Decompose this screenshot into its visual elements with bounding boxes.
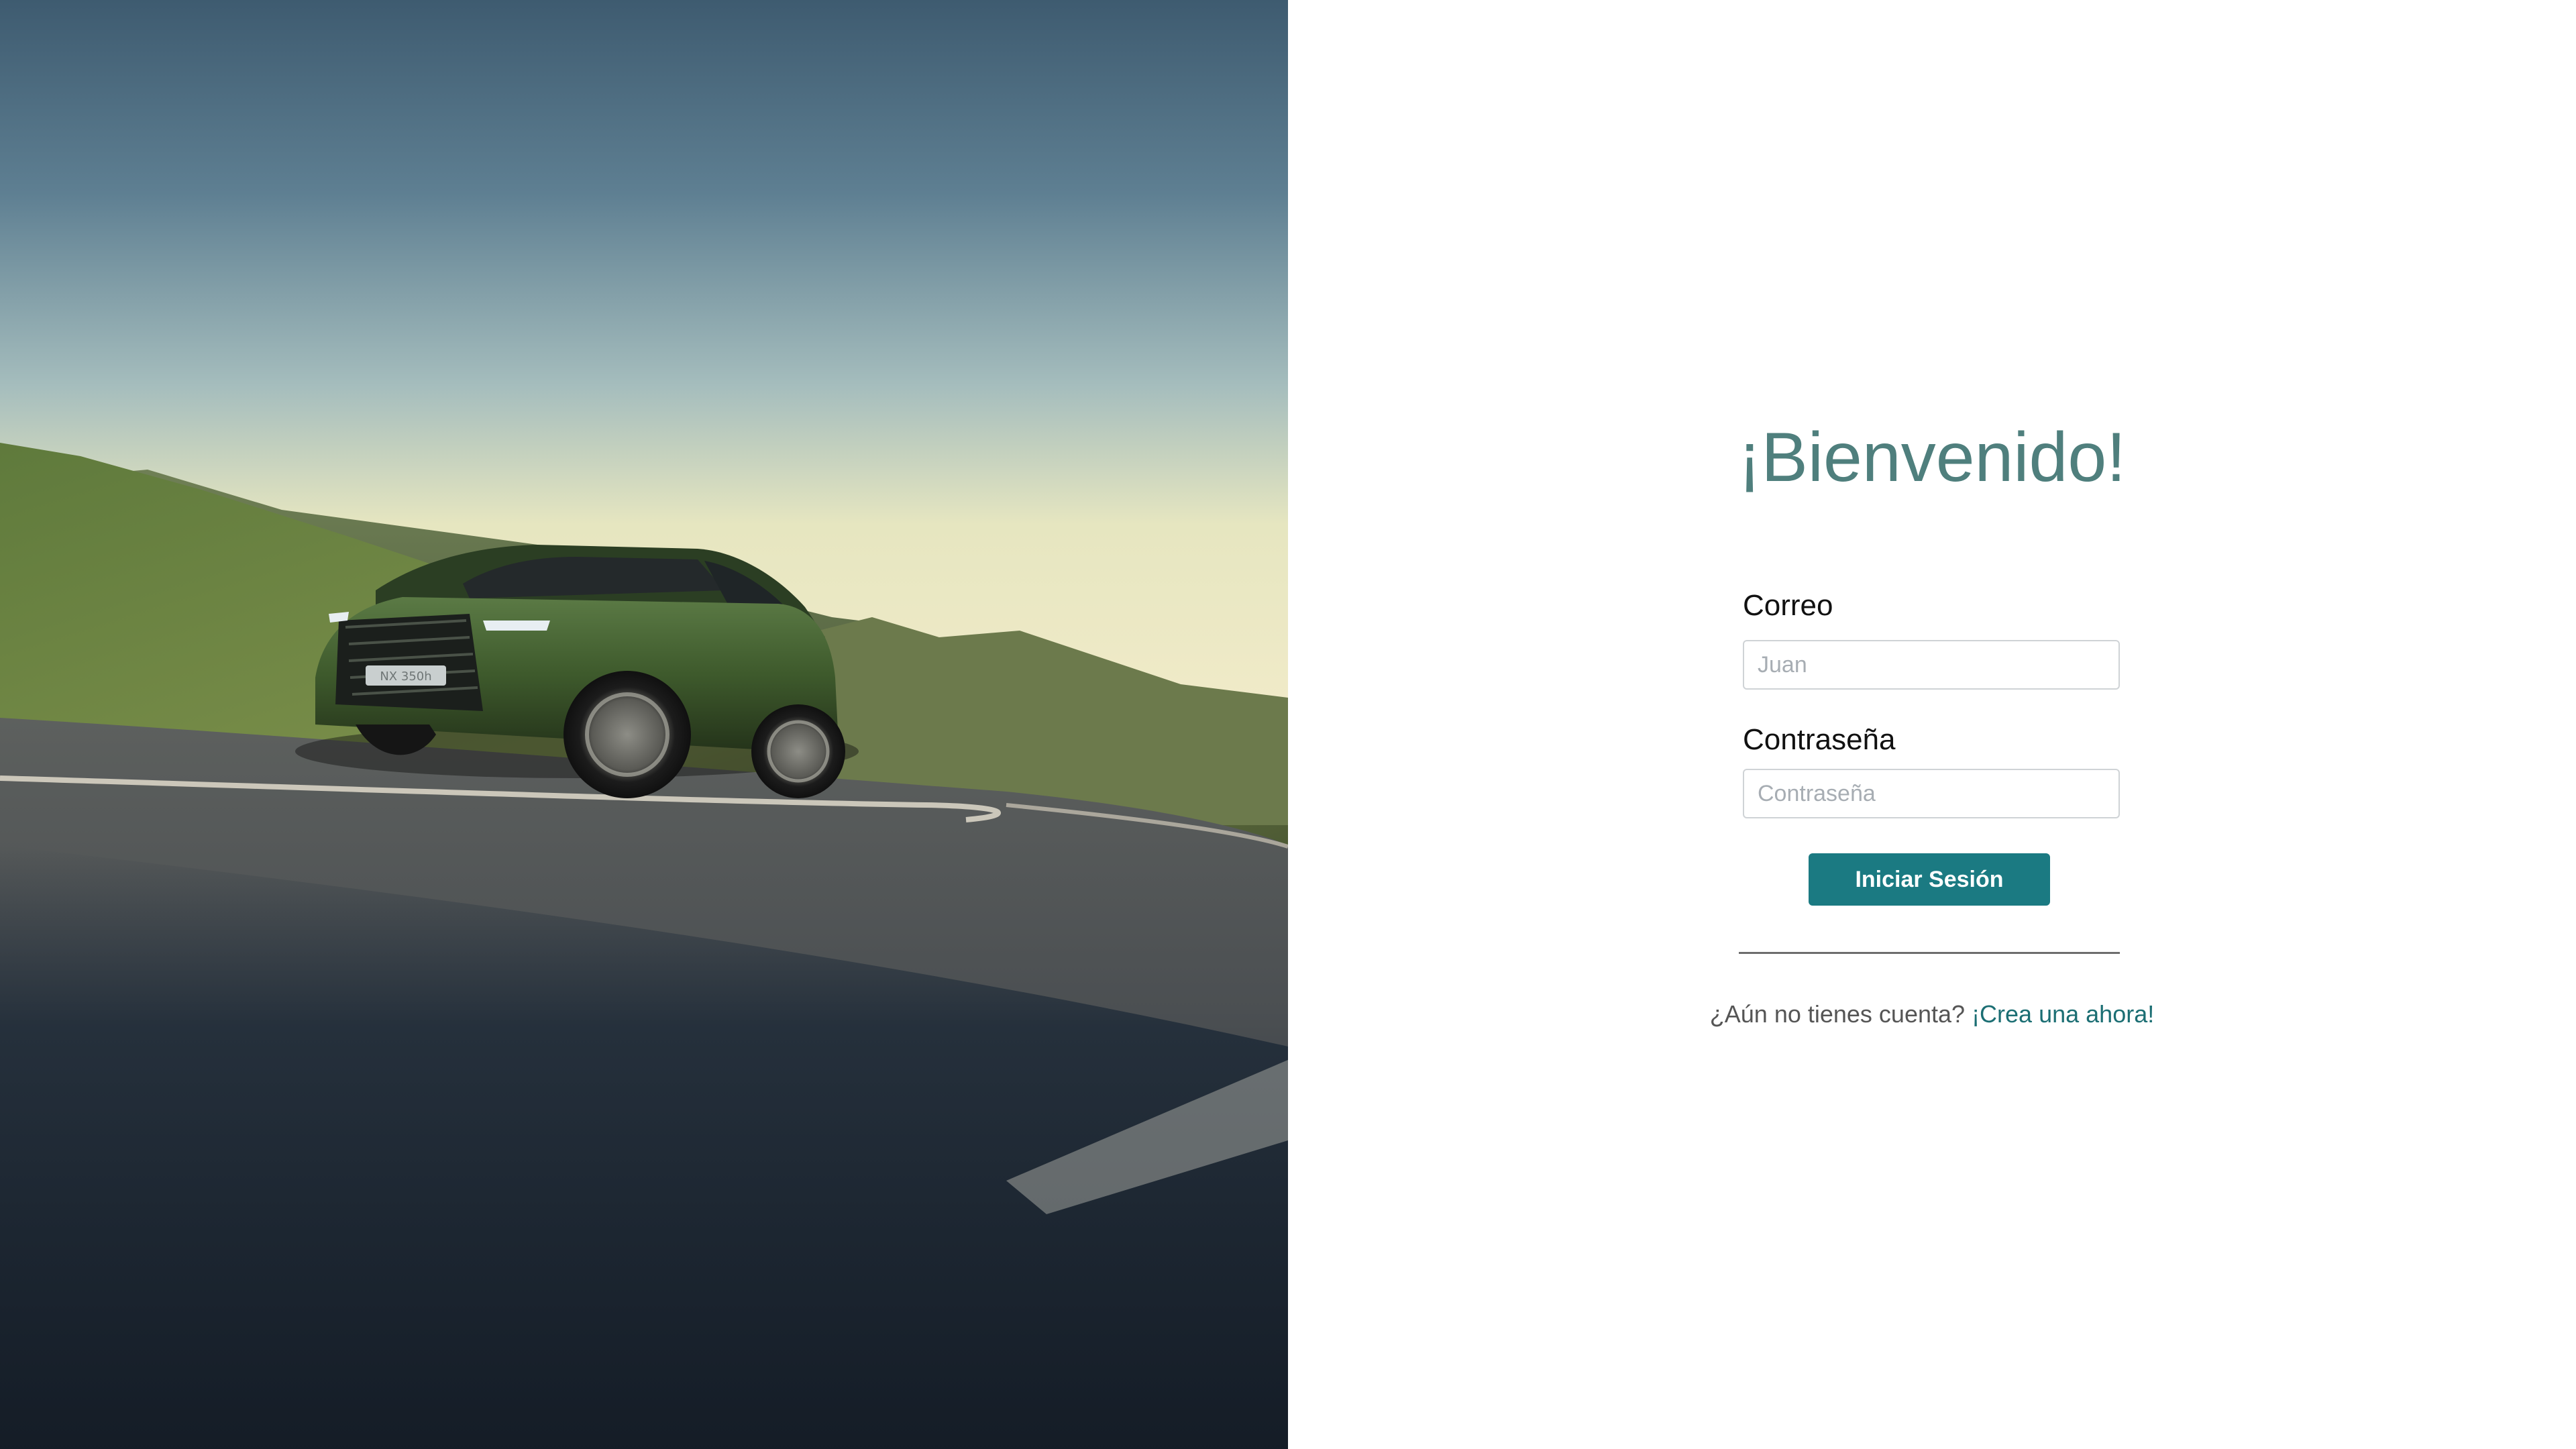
password-label: Contraseña: [1743, 723, 1896, 756]
create-account-link[interactable]: ¡Crea una ahora!: [1972, 1000, 2154, 1028]
login-panel: ¡Bienvenido! Correo Contraseña Iniciar S…: [1288, 0, 2576, 1449]
license-plate-text: NX 350h: [380, 669, 431, 684]
divider: [1739, 952, 2120, 954]
welcome-title: ¡Bienvenido!: [1737, 419, 2127, 496]
hero-photo: NX 350h: [0, 0, 1288, 1449]
password-field[interactable]: [1743, 769, 2120, 818]
signup-prompt-text: ¿Aún no tienes cuenta?: [1709, 1000, 1966, 1028]
email-field[interactable]: [1743, 640, 2120, 690]
login-button[interactable]: Iniciar Sesión: [1809, 853, 2050, 906]
email-label: Correo: [1743, 589, 1833, 622]
car-road-illustration: NX 350h: [0, 0, 1288, 1449]
login-page: NX 350h ¡Bienvenido! Correo Contraseña I…: [0, 0, 2576, 1449]
signup-prompt: ¿Aún no tienes cuenta? ¡Crea una ahora!: [1288, 998, 2576, 1030]
